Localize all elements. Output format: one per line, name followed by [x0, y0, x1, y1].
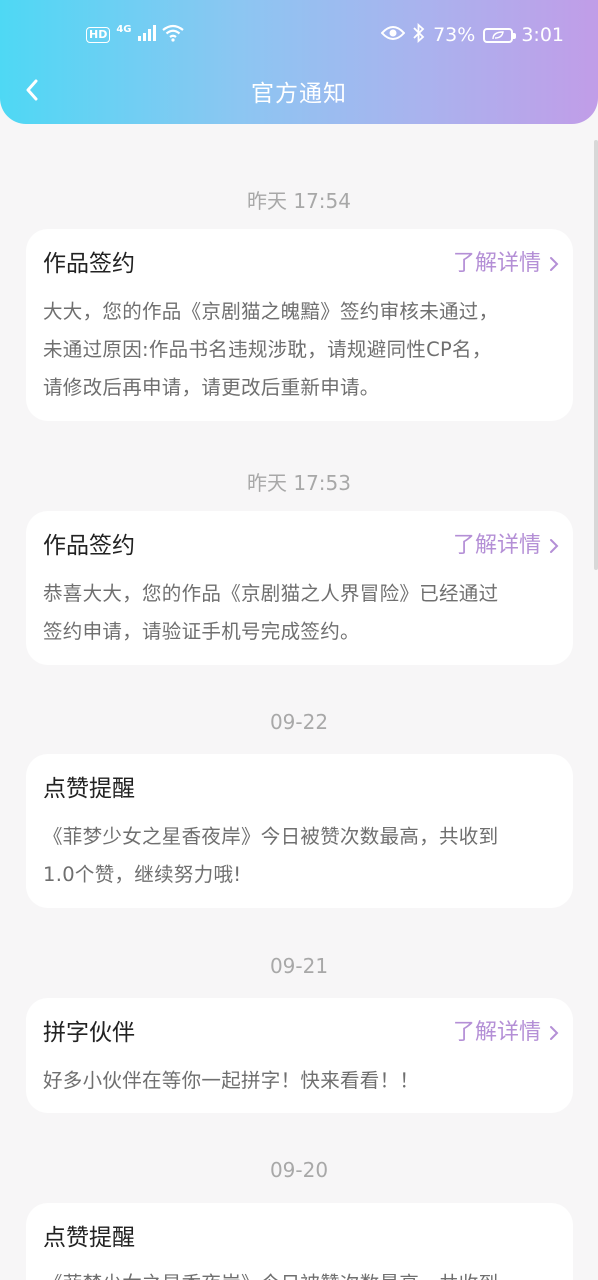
learn-more-link[interactable]: 了解详情: [453, 529, 559, 563]
page-title: 官方通知: [251, 81, 347, 107]
network-type-label: 4G: [116, 23, 132, 35]
eye-icon: [380, 24, 406, 46]
body-line: 《菲梦少女之星香夜岸》今日被赞次数最高，共收到: [43, 825, 499, 848]
battery-icon: [483, 27, 517, 43]
top-header: HD 4G 73% 3:01 官方通知: [0, 0, 598, 124]
notification-time: 昨天 17:54: [247, 189, 351, 213]
body-line: 《菲梦少女之星香夜岸》今日被赞次数最高，共收到: [43, 1265, 556, 1280]
notification-body: 大大，您的作品《京剧猫之魄黯》签约审核未通过， 未通过原因:作品书名违规涉耽，请…: [43, 293, 556, 407]
notification-title: 点赞提醒: [43, 1225, 135, 1251]
status-left: HD 4G: [86, 24, 184, 46]
notification-time: 09-22: [269, 710, 329, 734]
status-right: 73% 3:01: [380, 22, 564, 48]
chevron-right-icon: [550, 1026, 559, 1040]
status-bar: HD 4G 73% 3:01: [0, 0, 598, 70]
learn-more-label: 了解详情: [452, 1020, 541, 1045]
body-line: 大大，您的作品《京剧猫之魄黯》签约审核未通过，: [43, 300, 499, 323]
learn-more-label: 了解详情: [452, 251, 541, 276]
learn-more-label: 了解详情: [452, 533, 541, 558]
notification-body: 《菲梦少女之星香夜岸》今日被赞次数最高，共收到 1.0个赞，继续努力哦!: [43, 818, 556, 894]
body-line: 1.0个赞，继续努力哦!: [43, 863, 242, 886]
bluetooth-icon: [413, 22, 425, 48]
chevron-right-icon: [550, 257, 559, 271]
learn-more-link[interactable]: 了解详情: [453, 1016, 559, 1050]
notification-body: 恭喜大大，您的作品《京剧猫之人界冒险》已经通过 签约申请，请验证手机号完成签约。: [43, 575, 556, 651]
notification-card[interactable]: 拼字伙伴 了解详情 好多小伙伴在等你一起拼字！快来看看！！: [26, 998, 573, 1113]
notification-card[interactable]: 作品签约 了解详情 恭喜大大，您的作品《京剧猫之人界冒险》已经通过 签约申请，请…: [26, 511, 573, 665]
learn-more-link[interactable]: 了解详情: [453, 247, 559, 281]
body-line: 好多小伙伴在等你一起拼字！快来看看！！: [43, 1069, 420, 1092]
clock-time: 3:01: [521, 24, 564, 46]
notification-card[interactable]: 作品签约 了解详情 大大，您的作品《京剧猫之魄黯》签约审核未通过， 未通过原因:…: [26, 229, 573, 421]
notification-card[interactable]: 点赞提醒 《菲梦少女之星香夜岸》今日被赞次数最高，共收到 1.0个赞，继续努力哦…: [26, 754, 573, 908]
hd-badge: HD: [86, 27, 111, 43]
signal-icon: [137, 25, 156, 45]
body-line: 未通过原因:作品书名违规涉耽，请规避同性CP名，: [43, 338, 492, 361]
chevron-right-icon: [550, 539, 559, 553]
notification-time: 昨天 17:53: [247, 471, 351, 495]
notification-time: 09-21: [269, 954, 329, 978]
notification-body: 好多小伙伴在等你一起拼字！快来看看！！: [43, 1062, 556, 1100]
body-line: 签约申请，请验证手机号完成签约。: [43, 620, 360, 643]
body-line: 恭喜大大，您的作品《京剧猫之人界冒险》已经通过: [43, 582, 499, 605]
notification-title: 点赞提醒: [43, 776, 135, 802]
body-line: 请修改后再申请，请更改后重新申请。: [43, 376, 380, 399]
notification-body: 《菲梦少女之星香夜岸》今日被赞次数最高，共收到: [43, 1265, 556, 1280]
notification-card[interactable]: 点赞提醒 《菲梦少女之星香夜岸》今日被赞次数最高，共收到: [26, 1203, 573, 1280]
notification-time: 09-20: [269, 1158, 329, 1182]
wifi-icon: [161, 24, 184, 46]
battery-percent: 73%: [433, 24, 476, 46]
